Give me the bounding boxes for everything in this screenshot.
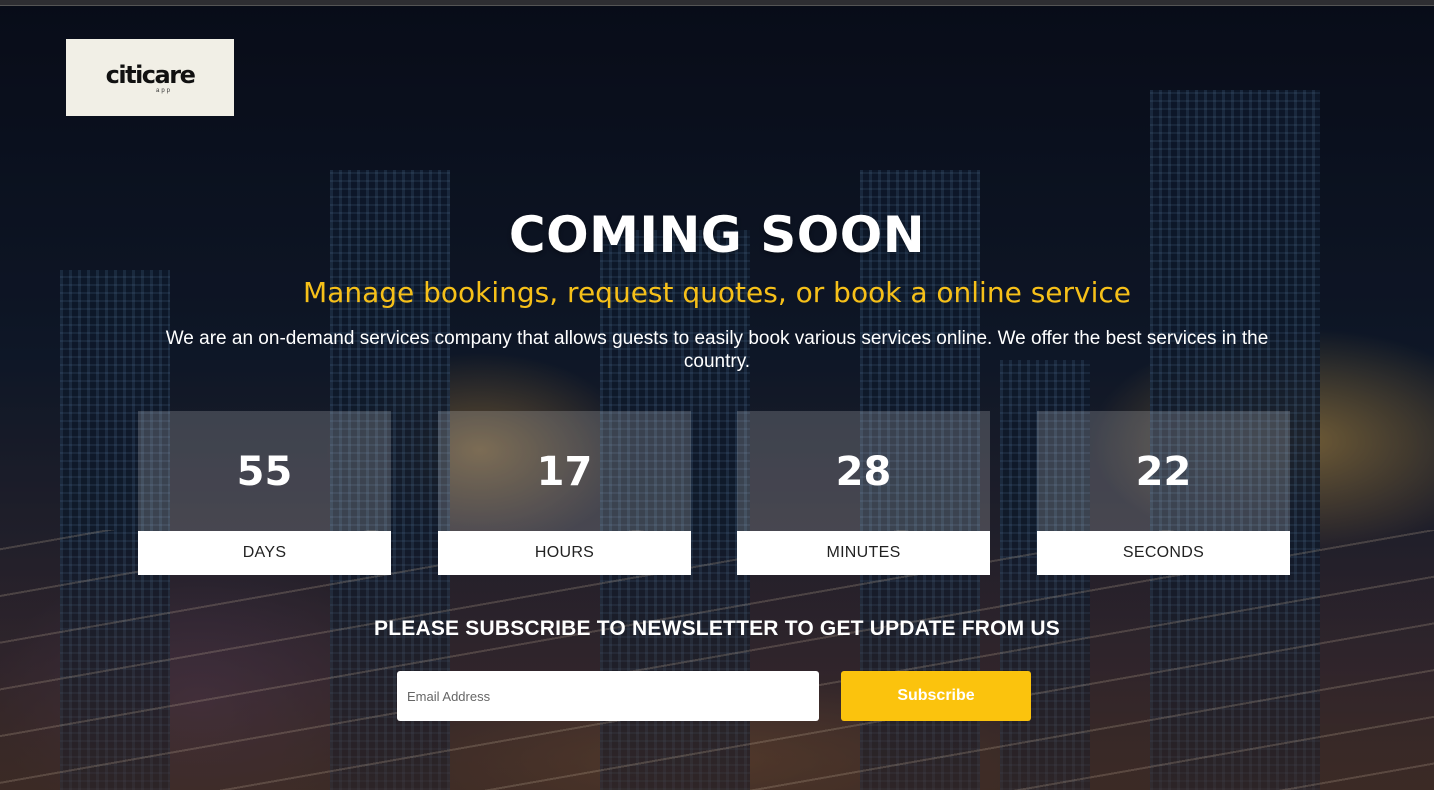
countdown-seconds-label: SECONDS — [1122, 544, 1205, 561]
countdown-hours-value: 17 — [536, 449, 593, 495]
landing-page: citicare app COMING SOON Manage bookings… — [0, 0, 1434, 790]
countdown-minutes-value: 28 — [835, 449, 892, 495]
countdown-days: 55 DAYS — [138, 411, 391, 575]
countdown-seconds-value: 22 — [1135, 449, 1192, 495]
countdown-hours-label: HOURS — [534, 544, 595, 561]
subscribe-button[interactable]: Subscribe — [841, 671, 1031, 721]
countdown-days-label: DAYS — [242, 544, 287, 561]
countdown-days-value: 55 — [236, 449, 293, 495]
countdown-seconds: 22 SECONDS — [1037, 411, 1290, 575]
countdown-hours: 17 HOURS — [438, 411, 691, 575]
newsletter-heading: PLEASE SUBSCRIBE TO NEWSLETTER TO GET UP… — [374, 617, 1060, 640]
countdown-minutes: 28 MINUTES — [737, 411, 990, 575]
email-input[interactable] — [397, 671, 819, 721]
countdown-minutes-label: MINUTES — [826, 544, 901, 561]
